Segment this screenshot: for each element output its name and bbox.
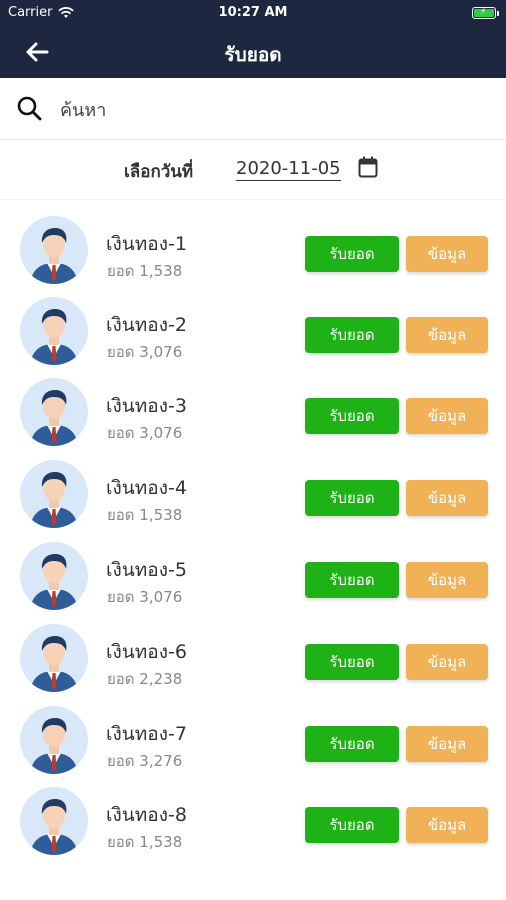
list-item: เงินทอง-7 ยอด 3,276 รับยอด ข้อมูล [0, 690, 506, 774]
person-icon [30, 636, 78, 692]
receive-button[interactable]: รับยอด [305, 317, 399, 353]
date-value[interactable]: 2020-11-05 [236, 158, 341, 181]
person-icon [30, 390, 78, 446]
item-name: เงินทอง-8 [106, 804, 187, 826]
info-button[interactable]: ข้อมูล [406, 480, 488, 516]
status-time: 10:27 AM [218, 5, 288, 20]
item-name: เงินทอง-7 [106, 723, 187, 745]
receive-button[interactable]: รับยอด [305, 726, 399, 762]
avatar [20, 216, 88, 284]
page-title: รับยอด [224, 44, 282, 66]
info-button[interactable]: ข้อมูล [406, 236, 488, 272]
calendar-icon[interactable] [358, 156, 378, 178]
person-icon [30, 309, 78, 365]
date-picker: เลือกวันที่ 2020-11-05 [0, 140, 506, 200]
item-amount: ยอด 1,538 [107, 506, 183, 524]
item-amount: ยอด 2,238 [107, 670, 183, 688]
person-icon [30, 228, 78, 284]
list-item: เงินทอง-5 ยอด 3,076 รับยอด ข้อมูล [0, 526, 506, 610]
nav-bar: รับยอด [0, 28, 506, 78]
item-amount: ยอด 1,538 [107, 833, 183, 851]
info-button[interactable]: ข้อมูล [406, 398, 488, 434]
info-button[interactable]: ข้อมูล [406, 807, 488, 843]
info-button[interactable]: ข้อมูล [406, 562, 488, 598]
receive-button[interactable]: รับยอด [305, 562, 399, 598]
item-amount: ยอด 3,076 [107, 588, 183, 606]
person-icon [30, 472, 78, 528]
list-item: เงินทอง-4 ยอด 1,538 รับยอด ข้อมูล [0, 444, 506, 528]
list-item: เงินทอง-8 ยอด 1,538 รับยอด ข้อมูล [0, 771, 506, 855]
receive-button[interactable]: รับยอด [305, 236, 399, 272]
avatar [20, 787, 88, 855]
receive-button[interactable]: รับยอด [305, 644, 399, 680]
receive-button[interactable]: รับยอด [305, 398, 399, 434]
avatar [20, 624, 88, 692]
info-button[interactable]: ข้อมูล [406, 726, 488, 762]
item-name: เงินทอง-5 [106, 559, 187, 581]
avatar [20, 706, 88, 774]
search-icon [17, 96, 42, 121]
list-item: เงินทอง-2 ยอด 3,076 รับยอด ข้อมูล [0, 281, 506, 365]
search-bar [0, 78, 506, 140]
item-name: เงินทอง-3 [106, 395, 187, 417]
item-amount: ยอด 3,076 [107, 424, 183, 442]
status-bar: Carrier 10:27 AM ⚡ [0, 0, 506, 28]
avatar [20, 460, 88, 528]
avatar [20, 297, 88, 365]
item-amount: ยอด 3,076 [107, 343, 183, 361]
list-item: เงินทอง-1 ยอด 1,538 รับยอด ข้อมูล [0, 200, 506, 284]
list-item: เงินทอง-6 ยอด 2,238 รับยอด ข้อมูล [0, 608, 506, 692]
item-amount: ยอด 1,538 [107, 262, 183, 280]
item-name: เงินทอง-6 [106, 641, 187, 663]
info-button[interactable]: ข้อมูล [406, 644, 488, 680]
avatar [20, 542, 88, 610]
battery-icon: ⚡ [472, 7, 499, 19]
info-button[interactable]: ข้อมูล [406, 317, 488, 353]
item-name: เงินทอง-2 [106, 314, 187, 336]
person-icon [30, 799, 78, 855]
search-input[interactable] [58, 94, 482, 126]
item-name: เงินทอง-1 [106, 233, 187, 255]
receive-button[interactable]: รับยอด [305, 480, 399, 516]
person-icon [30, 554, 78, 610]
person-icon [30, 718, 78, 774]
item-name: เงินทอง-4 [106, 477, 187, 499]
date-picker-label: เลือกวันที่ [124, 162, 194, 182]
avatar [20, 378, 88, 446]
list-item: เงินทอง-3 ยอด 3,076 รับยอด ข้อมูล [0, 362, 506, 446]
item-amount: ยอด 3,276 [107, 752, 183, 770]
receive-button[interactable]: รับยอด [305, 807, 399, 843]
